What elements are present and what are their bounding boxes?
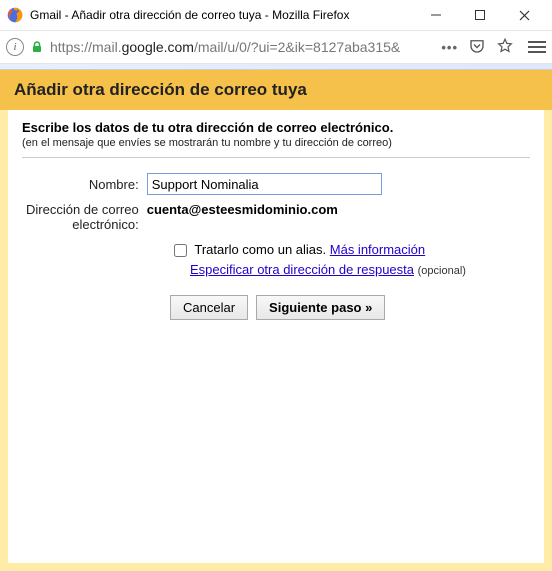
overflow-dots-icon[interactable]: ••• (441, 40, 458, 55)
instructions-subtitle: (en el mensaje que envíes se mostrarán t… (22, 137, 530, 149)
divider (22, 157, 530, 158)
hamburger-menu-icon[interactable] (528, 41, 546, 53)
email-label-line2: electrónico: (72, 217, 138, 232)
url-host: google.com (122, 39, 194, 55)
dialog-header: Añadir otra dirección de correo tuya (0, 70, 552, 110)
urlbar-actions: ••• (441, 37, 514, 58)
urlbar: i https://mail.google.com/mail/u/0/?ui=2… (0, 30, 552, 64)
more-info-link[interactable]: Más información (330, 242, 425, 257)
minimize-button[interactable] (414, 1, 458, 29)
dialog-body: Escribe los datos de tu otra dirección d… (8, 110, 544, 563)
optional-label: (opcional) (418, 265, 466, 277)
lock-icon (30, 40, 44, 54)
bookmark-star-icon[interactable] (496, 37, 514, 58)
next-step-button[interactable]: Siguiente paso » (256, 295, 385, 320)
window-controls (414, 1, 546, 29)
alias-label: Tratarlo como un alias. (194, 242, 326, 257)
titlebar: Gmail - Añadir otra dirección de correo … (0, 0, 552, 30)
url-prefix: https://mail. (50, 39, 122, 55)
pocket-icon[interactable] (468, 37, 486, 58)
name-input[interactable] (147, 173, 382, 195)
reply-address-link[interactable]: Especificar otra dirección de respuesta (190, 262, 414, 277)
alias-checkbox[interactable] (174, 244, 187, 257)
dialog-body-wrap: Escribe los datos de tu otra dirección d… (0, 110, 552, 571)
email-value: cuenta@esteesmidominio.com (147, 202, 338, 217)
url-text[interactable]: https://mail.google.com/mail/u/0/?ui=2&i… (50, 39, 435, 55)
url-path: /mail/u/0/?ui=2&ik=8127aba315& (194, 39, 400, 55)
site-info-icon[interactable]: i (6, 38, 24, 56)
firefox-icon (6, 6, 24, 24)
window-title: Gmail - Añadir otra dirección de correo … (30, 8, 414, 22)
alias-row: Tratarlo como un alias. Más información (170, 241, 530, 260)
button-row: Cancelar Siguiente paso » (170, 295, 530, 320)
dialog-title: Añadir otra dirección de correo tuya (14, 80, 538, 100)
form-table: Nombre: Dirección de correo electrónico:… (22, 170, 386, 235)
cancel-button[interactable]: Cancelar (170, 295, 248, 320)
maximize-button[interactable] (458, 1, 502, 29)
reply-row: Especificar otra dirección de respuesta … (190, 262, 530, 277)
name-label: Nombre: (22, 170, 143, 198)
instructions-title: Escribe los datos de tu otra dirección d… (22, 120, 530, 135)
close-button[interactable] (502, 1, 546, 29)
email-label-line1: Dirección de correo (26, 202, 139, 217)
